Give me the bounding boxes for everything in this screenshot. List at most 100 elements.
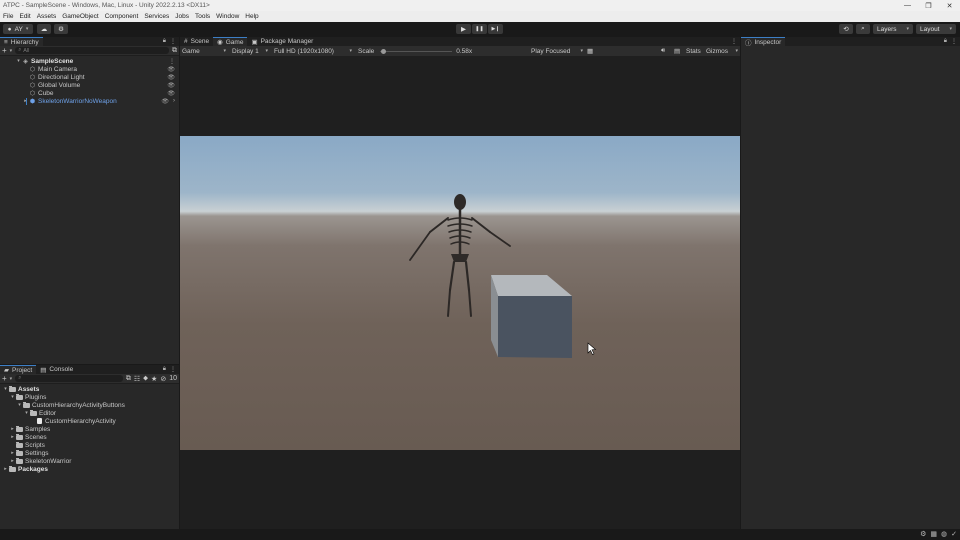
layout-dropdown[interactable]: Layout ▾ [916,24,956,34]
tab-hierarchy[interactable]: ≡ Hierarchy [0,37,43,46]
chevron-right-icon[interactable]: ▸ [9,426,16,432]
scale-slider[interactable] [380,48,453,54]
tab-project[interactable]: ▰ Project [0,365,37,374]
gizmos-dropdown[interactable]: Gizmos ▾ [706,48,738,55]
tab-package-manager[interactable]: ▣ Package Manager [247,37,317,46]
step-button[interactable]: ▶❙ [488,24,503,34]
menu-jobs[interactable]: Jobs [175,13,189,20]
chevron-right-icon[interactable]: ▸ [9,458,16,464]
eye-icon[interactable]: 👁︎ [167,90,175,97]
label-icon[interactable]: ⬥ [143,375,148,383]
progress-icon[interactable]: ▦ [930,530,937,538]
list-item[interactable]: Scripts [0,441,179,449]
pause-button[interactable]: ❚❚ [472,24,487,34]
chevron-down-icon[interactable]: ▾ [10,376,13,382]
list-item[interactable]: ▾ Editor [0,409,179,417]
resolution-dropdown[interactable]: Full HD (1920x1080) ▾ [274,48,352,55]
frame-debugger-icon[interactable]: ▦ [587,47,593,55]
chevron-down-icon[interactable]: ▾ [23,410,30,416]
minimize-button[interactable]: — [897,2,918,9]
chevron-right-icon[interactable]: ▸ [2,466,9,472]
lock-icon[interactable]: 🔒︎ [163,366,166,373]
menu-window[interactable]: Window [216,13,239,20]
menu-tools[interactable]: Tools [195,13,210,20]
chevron-down-icon[interactable]: ▾ [10,48,13,54]
list-item[interactable]: ▸ Samples [0,425,179,433]
eye-icon[interactable]: 👁︎ [167,66,175,73]
hidden-packages-icon[interactable]: ⊘ [160,375,166,383]
scene-row[interactable]: ▾ ◈ SampleScene ⋮ [0,57,179,65]
game-viewport[interactable] [180,136,740,450]
filter-icon[interactable]: ⧉ [172,47,177,55]
list-item[interactable]: ⬡ Cube 👁︎ [0,89,179,97]
create-icon[interactable]: ⧉ [126,375,131,383]
menu-file[interactable]: File [3,13,13,20]
add-icon[interactable]: + [2,46,7,55]
tab-inspector[interactable]: ⓘ Inspector [741,37,786,47]
stats-button[interactable]: Stats [686,48,701,55]
close-window-button[interactable]: ✕ [939,2,960,10]
tab-console[interactable]: ▤ Console [36,365,77,374]
filter-type-icon[interactable]: ☷ [134,375,140,383]
menu-help[interactable]: Help [245,13,258,20]
list-item[interactable]: ▾ Assets [0,385,179,393]
list-item[interactable]: ⬡ Directional Light 👁︎ [0,73,179,81]
scale-slider-thumb[interactable] [381,48,387,54]
more-icon[interactable]: ⋮ [170,38,176,45]
tab-scene[interactable]: # Scene [180,37,213,46]
play-focused-dropdown[interactable]: Play Focused ▾ [531,48,583,55]
list-item[interactable]: ▸ SkeletonWarrior [0,457,179,465]
audio-icon[interactable]: 🔊︎ [661,47,665,55]
list-item-label: Global Volume [38,81,81,89]
tab-game[interactable]: ◉ Game [213,37,248,46]
chevron-down-icon[interactable]: ▾ [15,58,22,64]
lock-icon[interactable]: 🔒︎ [163,38,166,45]
list-item[interactable]: CustomHierarchyActivity [0,417,179,425]
chevron-right-icon[interactable]: ▸ [9,450,16,456]
more-icon[interactable]: ⋮ [170,366,176,373]
game-mode-dropdown[interactable]: Game ▾ [182,48,226,55]
add-icon[interactable]: + [2,374,7,383]
cloud-button[interactable]: ☁ [37,24,51,34]
star-icon[interactable]: ★ [151,375,157,383]
eye-icon[interactable]: 👁︎ [161,98,169,105]
chevron-right-icon[interactable]: ▸ [9,434,16,440]
list-item[interactable]: ▾ Plugins [0,393,179,401]
list-item[interactable]: ▸ Settings [0,449,179,457]
more-icon[interactable]: ⋮ [951,38,957,45]
list-item[interactable]: ⬡ Global Volume 👁︎ [0,81,179,89]
list-item[interactable]: ⬡ Main Camera 👁︎ [0,65,179,73]
maximize-button[interactable]: ❐ [918,2,939,10]
more-icon[interactable]: ⋮ [169,58,175,65]
chevron-down-icon[interactable]: ▾ [16,402,23,408]
search-input[interactable]: ⌕ [15,375,123,382]
checkmark-icon[interactable]: ✓ [951,530,957,538]
display-dropdown[interactable]: Display 1 ▾ [232,48,268,55]
list-item[interactable]: ▾ CustomHierarchyActivityButtons [0,401,179,409]
menu-edit[interactable]: Edit [19,13,30,20]
chevron-right-icon[interactable]: › [173,98,175,104]
history-button[interactable]: ⟲ [839,24,853,34]
menu-assets[interactable]: Assets [37,13,57,20]
prefab-row[interactable]: ▸ ⬢ SkeletonWarriorNoWeapon 👁︎ › [0,97,179,105]
menu-services[interactable]: Services [144,13,169,20]
search-button[interactable]: ⌕ [856,24,870,34]
more-icon[interactable]: ⋮ [731,38,737,45]
chevron-down-icon[interactable]: ▾ [9,394,16,400]
debug-icon[interactable]: ⚙ [920,530,926,538]
play-button[interactable]: ▶ [456,24,471,34]
notification-icon[interactable]: ◍ [941,530,947,538]
list-item[interactable]: ▸ Packages [0,465,179,473]
collab-button[interactable]: ⚙ [54,24,68,34]
menu-gameobject[interactable]: GameObject [62,13,99,20]
menu-component[interactable]: Component [105,13,139,20]
account-button[interactable]: ● AY ▾ [3,24,33,34]
search-input[interactable]: ⌕ All [15,47,169,54]
layers-dropdown[interactable]: Layers ▾ [873,24,913,34]
eye-icon[interactable]: 👁︎ [167,74,175,81]
chevron-down-icon[interactable]: ▾ [2,386,9,392]
game-view[interactable] [180,56,740,530]
eye-icon[interactable]: 👁︎ [167,82,175,89]
list-item[interactable]: ▸ Scenes [0,433,179,441]
lock-icon[interactable]: 🔒︎ [944,38,947,45]
